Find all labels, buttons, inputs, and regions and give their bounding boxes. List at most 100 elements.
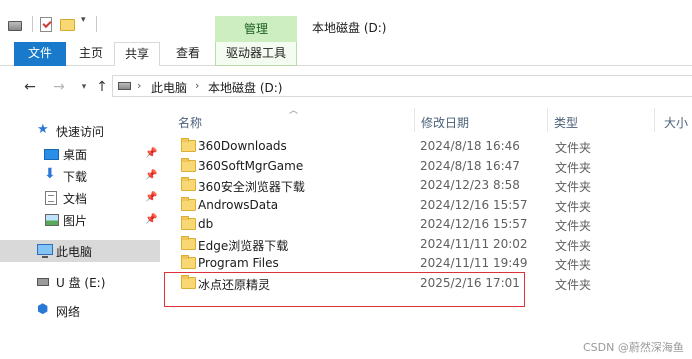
file-type: 文件夹 — [555, 278, 592, 292]
sidebar-item-this-pc[interactable]: 此电脑 — [0, 240, 160, 262]
column-header-type[interactable]: 类型 — [554, 114, 578, 131]
file-name: db — [198, 217, 214, 231]
column-header-modified[interactable]: 修改日期 — [421, 114, 469, 131]
pin-icon[interactable]: 📌 — [145, 148, 157, 159]
table-row[interactable]: AndrowsData 2024/12/16 15:57 文件夹 — [172, 196, 692, 215]
contextual-tab-group-label: 管理 — [215, 16, 297, 43]
file-name: Program Files — [198, 256, 279, 270]
file-modified: 2024/12/16 15:57 — [420, 198, 528, 212]
drive-icon — [118, 82, 131, 90]
download-icon: ⬇ — [44, 166, 56, 182]
file-type: 文件夹 — [555, 239, 592, 253]
sidebar-item-label: 网络 — [56, 305, 81, 319]
column-divider[interactable] — [414, 108, 415, 132]
folder-icon — [181, 158, 196, 172]
drive-icon — [8, 21, 22, 31]
file-type: 文件夹 — [555, 200, 592, 214]
folder-icon — [181, 255, 196, 269]
sidebar-item-label: 图片 — [63, 214, 88, 228]
file-type: 文件夹 — [555, 141, 592, 155]
title-bar: ▾ 管理 本地磁盘 (D:) — [0, 0, 692, 43]
sidebar-item-label: 文档 — [63, 192, 88, 206]
navigation-pane: ★ 快速访问 桌面 📌 ⬇ 下载 📌 文档 📌 图片 📌 此电脑 U 盘 (E:… — [0, 106, 162, 359]
table-row[interactable]: 360Downloads 2024/8/18 16:46 文件夹 — [172, 137, 692, 156]
tab-view[interactable]: 查看 — [168, 42, 208, 66]
file-modified: 2024/8/18 16:46 — [420, 139, 520, 153]
folder-icon — [181, 197, 196, 211]
file-modified: 2024/11/11 20:02 — [420, 237, 528, 251]
network-icon: ⬢ — [37, 302, 49, 317]
file-modified: 2024/11/11 19:49 — [420, 256, 528, 270]
pin-icon[interactable]: 📌 — [145, 214, 157, 225]
forward-arrow-icon[interactable]: → — [51, 79, 67, 95]
file-name: 360SoftMgrGame — [198, 159, 304, 173]
breadcrumb-local-disk[interactable]: 本地磁盘 (D:) — [208, 79, 282, 96]
file-modified: 2024/12/16 15:57 — [420, 217, 528, 231]
tab-home[interactable]: 主页 — [76, 42, 106, 66]
tab-share[interactable]: 共享 — [114, 42, 160, 66]
breadcrumb-chevron-icon[interactable]: › — [195, 79, 199, 92]
navigation-bar: ← → ▾ ↑ › 此电脑 › 本地磁盘 (D:) — [0, 66, 692, 106]
table-row[interactable]: Edge浏览器下载 2024/11/11 20:02 文件夹 — [172, 235, 692, 254]
back-arrow-icon[interactable]: ← — [22, 79, 38, 95]
sidebar-item-label: U 盘 (E:) — [56, 276, 106, 290]
this-pc-icon — [37, 244, 53, 258]
sidebar-item-label: 此电脑 — [56, 245, 93, 259]
file-name: Edge浏览器下载 — [198, 239, 289, 253]
up-arrow-icon[interactable]: ↑ — [94, 79, 110, 95]
table-row[interactable]: Program Files 2024/11/11 19:49 文件夹 — [172, 254, 692, 273]
column-header-name[interactable]: 名称 — [178, 114, 202, 131]
table-row[interactable]: 360安全浏览器下载 2024/12/23 8:58 文件夹 — [172, 176, 692, 195]
file-type: 文件夹 — [555, 258, 592, 272]
folder-icon — [181, 236, 196, 250]
sort-ascending-icon: ︿ — [289, 106, 299, 116]
customize-toolbar-chevron-icon[interactable]: ▾ — [81, 15, 90, 31]
properties-icon[interactable] — [40, 17, 52, 32]
pictures-icon — [45, 214, 59, 226]
sidebar-item-downloads[interactable]: ⬇ 下载 📌 — [0, 165, 160, 187]
file-name: AndrowsData — [198, 198, 279, 212]
column-divider[interactable] — [654, 108, 655, 132]
address-bar[interactable]: › 此电脑 › 本地磁盘 (D:) — [112, 75, 692, 97]
sidebar-item-desktop[interactable]: 桌面 📌 — [0, 143, 160, 165]
table-row[interactable]: db 2024/12/16 15:57 文件夹 — [172, 215, 692, 234]
folder-icon — [181, 177, 196, 191]
document-icon — [45, 191, 57, 205]
file-type: 文件夹 — [555, 219, 592, 233]
file-type: 文件夹 — [555, 161, 592, 175]
sidebar-item-label: 下载 — [63, 170, 88, 184]
sidebar-item-quick-access[interactable]: ★ 快速访问 — [0, 120, 160, 142]
column-header-size[interactable]: 大小 — [664, 114, 688, 131]
tab-drive-tools[interactable]: 驱动器工具 — [215, 42, 297, 66]
column-divider[interactable] — [547, 108, 548, 132]
watermark: CSDN @蔚然深海鱼 — [583, 341, 684, 354]
sidebar-item-pictures[interactable]: 图片 📌 — [0, 209, 160, 231]
breadcrumb-chevron-icon[interactable]: › — [137, 79, 141, 92]
usb-drive-icon — [37, 278, 49, 286]
ribbon-tabs: 文件 主页 共享 查看 驱动器工具 — [0, 42, 692, 66]
star-icon: ★ — [37, 122, 49, 137]
folder-icon — [181, 138, 196, 152]
file-name: 360安全浏览器下载 — [198, 180, 305, 194]
file-list: ︿ 名称 修改日期 类型 大小 360Downloads 2024/8/18 1… — [162, 106, 692, 359]
file-type: 文件夹 — [555, 180, 592, 194]
pin-icon[interactable]: 📌 — [145, 170, 157, 181]
sidebar-item-usb-drive[interactable]: U 盘 (E:) — [0, 271, 160, 293]
sidebar-item-label: 桌面 — [63, 148, 88, 162]
sidebar-item-label: 快速访问 — [56, 125, 105, 139]
table-row[interactable]: 360SoftMgrGame 2024/8/18 16:47 文件夹 — [172, 157, 692, 176]
file-name: 360Downloads — [198, 139, 287, 153]
file-modified: 2024/8/18 16:47 — [420, 159, 520, 173]
desktop-icon — [44, 149, 59, 160]
file-modified: 2024/12/23 8:58 — [420, 178, 520, 192]
tab-file[interactable]: 文件 — [14, 42, 66, 66]
breadcrumb-this-pc[interactable]: 此电脑 — [151, 79, 187, 96]
recent-locations-chevron-icon[interactable]: ▾ — [76, 79, 92, 95]
window-title: 本地磁盘 (D:) — [312, 21, 387, 35]
new-folder-icon[interactable] — [60, 19, 75, 31]
sidebar-item-network[interactable]: ⬢ 网络 — [0, 300, 160, 322]
toolbar-divider — [96, 16, 97, 32]
pin-icon[interactable]: 📌 — [145, 192, 157, 203]
folder-icon — [181, 216, 196, 230]
sidebar-item-documents[interactable]: 文档 📌 — [0, 187, 160, 209]
